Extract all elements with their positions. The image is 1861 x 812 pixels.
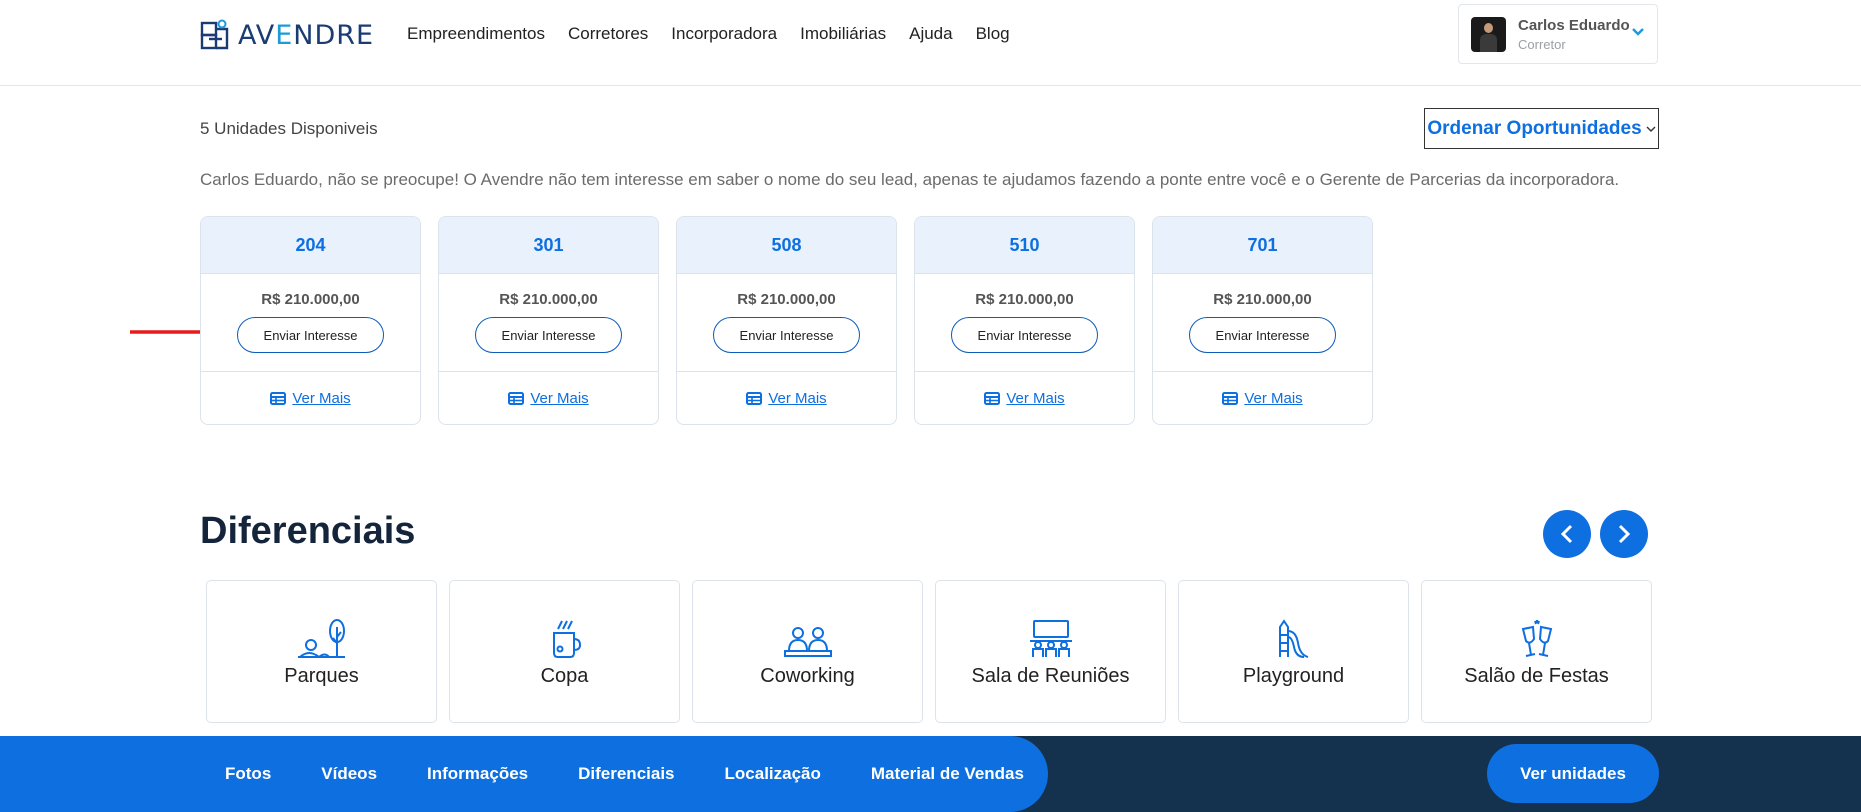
unit-price: R$ 210.000,00 bbox=[737, 291, 836, 308]
nav-ajuda[interactable]: Ajuda bbox=[909, 24, 952, 44]
feature-label: Salão de Festas bbox=[1464, 665, 1609, 687]
see-more-label[interactable]: Ver Mais bbox=[768, 390, 826, 407]
unit-number: 301 bbox=[439, 217, 658, 274]
nav-blog[interactable]: Blog bbox=[976, 24, 1010, 44]
send-interest-button[interactable]: Enviar Interesse bbox=[475, 317, 622, 353]
unit-price: R$ 210.000,00 bbox=[261, 291, 360, 308]
feature-card-salao-de-festas[interactable]: Salão de Festas bbox=[1421, 580, 1652, 723]
toast-glasses-icon bbox=[1521, 620, 1552, 657]
send-interest-button[interactable]: Enviar Interesse bbox=[951, 317, 1098, 353]
chevron-down-icon bbox=[1632, 28, 1644, 36]
feature-label: Sala de Reuniões bbox=[971, 665, 1130, 687]
see-more-label[interactable]: Ver Mais bbox=[1244, 390, 1302, 407]
carousel-prev-button[interactable] bbox=[1543, 510, 1591, 558]
units-available-count: 5 Unidades Disponiveis bbox=[200, 119, 378, 138]
park-icon bbox=[297, 619, 345, 659]
unit-number: 204 bbox=[201, 217, 420, 274]
feature-card-copa[interactable]: Copa bbox=[449, 580, 680, 723]
see-more-link[interactable]: Ver Mais bbox=[1153, 372, 1372, 424]
unit-card: 204 R$ 210.000,00 Enviar Interesse Ver M… bbox=[200, 216, 421, 425]
site-header: AVENDRE Empreendimentos Corretores Incor… bbox=[0, 0, 1861, 86]
coffee-cup-icon bbox=[552, 620, 581, 658]
nav-imobiliarias[interactable]: Imobiliárias bbox=[800, 24, 886, 44]
user-menu[interactable]: Carlos Eduardo Corretor bbox=[1458, 4, 1658, 64]
feature-label: Parques bbox=[284, 665, 359, 687]
meeting-room-icon bbox=[1029, 620, 1072, 657]
table-icon bbox=[270, 392, 287, 405]
sort-opportunities-select[interactable]: Ordenar Oportunidades bbox=[1424, 108, 1659, 149]
bottom-link-informacoes[interactable]: Informações bbox=[427, 764, 528, 784]
see-more-link[interactable]: Ver Mais bbox=[915, 372, 1134, 424]
see-more-link[interactable]: Ver Mais bbox=[439, 372, 658, 424]
feature-label: Playground bbox=[1242, 665, 1345, 687]
unit-price: R$ 210.000,00 bbox=[975, 291, 1074, 308]
see-more-label[interactable]: Ver Mais bbox=[1006, 390, 1064, 407]
section-title-diferenciais: Diferenciais bbox=[200, 510, 416, 552]
unit-card: 508 R$ 210.000,00 Enviar Interesse Ver M… bbox=[676, 216, 897, 425]
send-interest-button[interactable]: Enviar Interesse bbox=[1189, 317, 1336, 353]
feature-card-sala-de-reunioes[interactable]: Sala de Reuniões bbox=[935, 580, 1166, 723]
logo-mark-icon bbox=[200, 19, 229, 50]
coworking-icon bbox=[783, 627, 832, 657]
feature-card-coworking[interactable]: Coworking bbox=[692, 580, 923, 723]
unit-card: 510 R$ 210.000,00 Enviar Interesse Ver M… bbox=[914, 216, 1135, 425]
see-more-link[interactable]: Ver Mais bbox=[201, 372, 420, 424]
feature-card-playground[interactable]: Playground bbox=[1178, 580, 1409, 723]
table-icon bbox=[508, 392, 525, 405]
user-name: Carlos Eduardo bbox=[1518, 16, 1630, 34]
nav-incorporadora[interactable]: Incorporadora bbox=[671, 24, 777, 44]
avatar bbox=[1471, 16, 1506, 52]
table-icon bbox=[984, 392, 1001, 405]
send-interest-button[interactable]: Enviar Interesse bbox=[237, 317, 384, 353]
features-carousel: Parques Copa Coworking Sala de Reuniões bbox=[206, 580, 1652, 723]
feature-label: Copa bbox=[540, 665, 589, 687]
bottom-link-fotos[interactable]: Fotos bbox=[225, 764, 271, 784]
unit-number: 510 bbox=[915, 217, 1134, 274]
nav-corretores[interactable]: Corretores bbox=[568, 24, 648, 44]
bottom-link-localizacao[interactable]: Localização bbox=[725, 764, 821, 784]
privacy-notice: Carlos Eduardo, não se preocupe! O Avend… bbox=[200, 170, 1620, 189]
unit-card: 301 R$ 210.000,00 Enviar Interesse Ver M… bbox=[438, 216, 659, 425]
bottom-section-nav: Fotos Vídeos Informações Diferenciais Lo… bbox=[0, 736, 1861, 812]
unit-price: R$ 210.000,00 bbox=[499, 291, 598, 308]
table-icon bbox=[1222, 392, 1239, 405]
main-nav: Empreendimentos Corretores Incorporadora… bbox=[407, 24, 1010, 44]
nav-empreendimentos[interactable]: Empreendimentos bbox=[407, 24, 545, 44]
send-interest-button[interactable]: Enviar Interesse bbox=[713, 317, 860, 353]
chevron-down-icon bbox=[1646, 126, 1656, 132]
avendre-logo[interactable]: AVENDRE bbox=[200, 17, 374, 53]
feature-card-parques[interactable]: Parques bbox=[206, 580, 437, 723]
chevron-right-icon bbox=[1618, 524, 1631, 544]
bottom-link-material-de-vendas[interactable]: Material de Vendas bbox=[871, 764, 1024, 784]
unit-number: 508 bbox=[677, 217, 896, 274]
unit-cards: 204 R$ 210.000,00 Enviar Interesse Ver M… bbox=[200, 216, 1373, 425]
view-units-button[interactable]: Ver unidades bbox=[1487, 744, 1659, 803]
table-icon bbox=[746, 392, 763, 405]
bottom-link-diferenciais[interactable]: Diferenciais bbox=[578, 764, 674, 784]
see-more-label[interactable]: Ver Mais bbox=[292, 390, 350, 407]
chevron-left-icon bbox=[1560, 524, 1573, 544]
see-more-link[interactable]: Ver Mais bbox=[677, 372, 896, 424]
playground-slide-icon bbox=[1278, 619, 1308, 658]
carousel-next-button[interactable] bbox=[1600, 510, 1648, 558]
bottom-link-videos[interactable]: Vídeos bbox=[321, 764, 377, 784]
user-role: Corretor bbox=[1518, 36, 1566, 52]
unit-card: 701 R$ 210.000,00 Enviar Interesse Ver M… bbox=[1152, 216, 1373, 425]
unit-number: 701 bbox=[1153, 217, 1372, 274]
feature-label: Coworking bbox=[760, 665, 855, 687]
see-more-label[interactable]: Ver Mais bbox=[530, 390, 588, 407]
section-links: Fotos Vídeos Informações Diferenciais Lo… bbox=[0, 736, 1048, 812]
unit-price: R$ 210.000,00 bbox=[1213, 291, 1312, 308]
logo-wordmark: AVENDRE bbox=[238, 19, 375, 51]
